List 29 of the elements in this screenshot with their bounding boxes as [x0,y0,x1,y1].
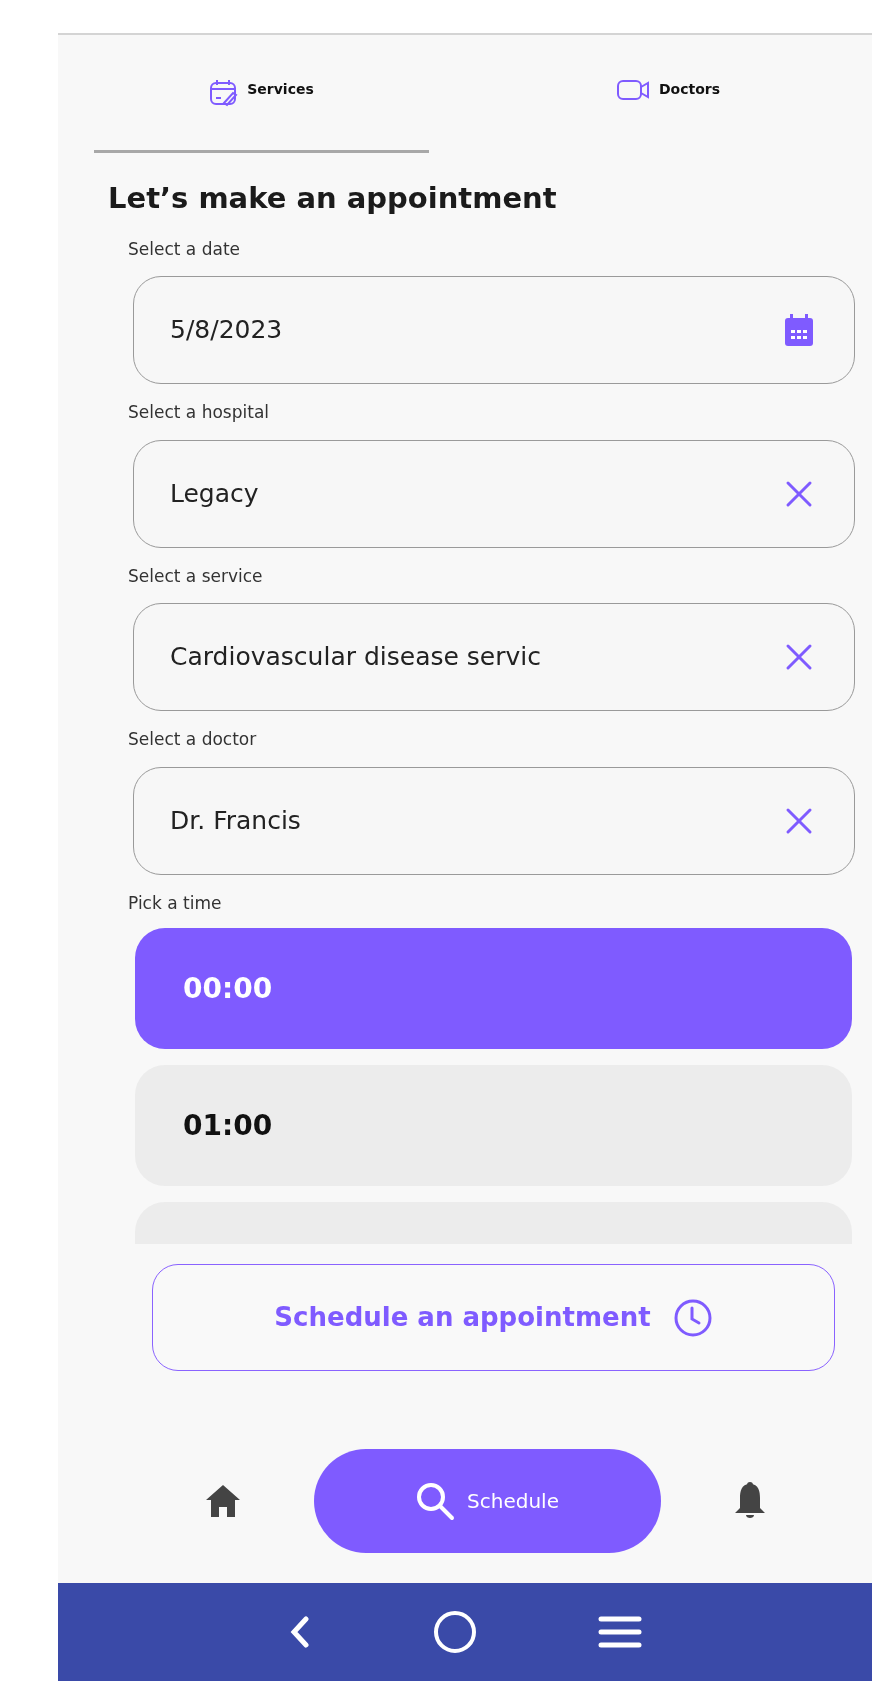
time-slot[interactable]: 00:00 [135,928,852,1049]
field-label: Select a service [128,564,264,588]
time-slot[interactable]: 01:00 [135,1065,852,1186]
tab[interactable]: Doctors [465,79,872,153]
video-icon [616,80,649,100]
select-field[interactable]: Cardiovascular disease servic [133,603,855,711]
clock-icon [674,1299,712,1336]
close-icon[interactable] [786,808,812,833]
page-heading: Let’s make an appointment [108,180,558,217]
search-icon [417,1483,455,1520]
schedule-button[interactable]: Schedule an appointment [152,1264,835,1371]
select-field[interactable]: Legacy [133,439,855,548]
date-field[interactable]: 5/8/2023 [133,276,855,384]
back-icon[interactable] [290,1616,309,1648]
field-label: Pick a time [128,891,223,915]
bell-icon[interactable] [734,1482,765,1518]
field-label: Select a hospital [128,401,271,424]
select-field[interactable]: Dr. Francis [133,766,855,875]
home-icon[interactable] [205,1485,240,1517]
tab[interactable]: Services [58,79,465,153]
close-icon[interactable] [786,644,812,670]
calendar-edit-icon [210,79,238,107]
field-label: Select a doctor [128,728,258,751]
calendar-icon[interactable] [785,314,813,346]
home-circle-icon[interactable] [434,1611,476,1653]
nav-button[interactable]: Schedule [313,1449,661,1553]
field-label: Select a date [128,237,241,261]
close-icon[interactable] [786,481,812,506]
menu-icon[interactable] [598,1616,642,1648]
